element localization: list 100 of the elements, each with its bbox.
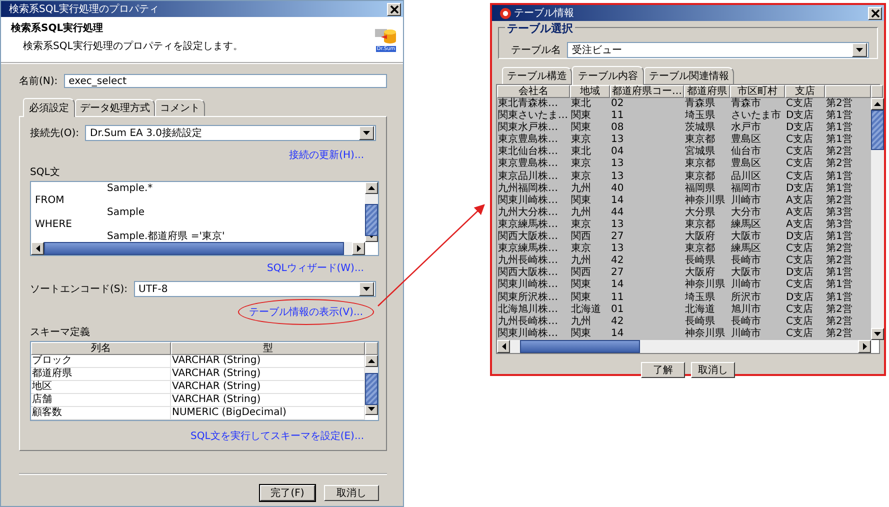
name-field[interactable]: exec_select xyxy=(64,74,387,88)
execute-sql-link[interactable]: SQL文を実行してスキーマを設定(E)... xyxy=(190,429,364,443)
scroll-thumb[interactable] xyxy=(365,373,378,405)
scroll-thumb[interactable] xyxy=(365,204,378,236)
table-cell: ブロック xyxy=(31,355,171,368)
table-cell-text: 関西大阪株… xyxy=(497,231,559,242)
table-cell-text: 九州長崎株… xyxy=(497,316,559,328)
table-cell-text: 神奈川県 xyxy=(684,194,726,206)
column-header[interactable]: 会社名 xyxy=(497,85,570,98)
table-cell-text: 第1営 xyxy=(825,292,854,304)
table-cell-text: C支店 xyxy=(785,134,814,146)
tab[interactable]: テーブル内容 xyxy=(572,66,644,85)
table-cell-text: 27 xyxy=(610,231,625,244)
table-cell-text: 大阪府 xyxy=(684,231,716,242)
scroll-left-icon xyxy=(36,245,40,252)
schema-label: スキーマ定義 xyxy=(30,326,91,339)
table-cell-text: 東京豊島株… xyxy=(497,134,559,146)
column-header[interactable]: 列名 xyxy=(31,342,171,355)
dropdown-button[interactable] xyxy=(359,126,374,140)
table-cell-text: 13 xyxy=(610,170,625,183)
encode-dropdown[interactable]: UTF-8 xyxy=(134,281,376,297)
app-icon xyxy=(500,8,511,18)
table-cell-text: 大阪市 xyxy=(730,267,762,278)
vertical-scrollbar[interactable] xyxy=(871,98,884,340)
scroll-thumb[interactable] xyxy=(520,340,640,353)
table-cell: NUMERIC (BigDecimal) xyxy=(171,407,365,420)
tab[interactable]: テーブル関連情報 xyxy=(644,67,734,84)
table-cell-text: D支店 xyxy=(785,292,815,304)
table-cell-text: A支店 xyxy=(785,194,814,206)
table-cell-text: 第3営 xyxy=(825,206,854,218)
table-cell-text: 第1営 xyxy=(825,267,854,278)
table-cell-text: 大分市 xyxy=(730,206,762,218)
table-cell-text: 関東川崎株… xyxy=(497,194,559,206)
dialog-button[interactable]: 了解 xyxy=(641,362,685,378)
close-button[interactable] xyxy=(868,6,882,20)
dropdown-arrow-icon xyxy=(363,131,370,135)
table-cell-text: 青森県 xyxy=(684,98,716,110)
table-cell-text: C支店 xyxy=(785,98,814,110)
horizontal-scrollbar[interactable] xyxy=(497,340,871,353)
table-cell-text: 第2営 xyxy=(825,98,854,110)
scroll-up-icon xyxy=(874,102,881,106)
column-header[interactable]: 市区町村 xyxy=(730,85,785,98)
connection-dropdown[interactable]: Dr.Sum EA 3.0接続設定 xyxy=(85,125,376,141)
table-cell-text: 40 xyxy=(610,182,625,195)
tab[interactable]: データ処理方式 xyxy=(75,99,155,116)
table-cell-text: 第2営 xyxy=(825,328,854,340)
connection-label: 接続先(O): xyxy=(30,126,80,140)
column-header[interactable]: 支店 xyxy=(785,85,825,98)
table-cell-text: 九州 xyxy=(570,182,592,194)
table-cell-text: 長崎県 xyxy=(684,316,716,328)
table-cell-text: 九州 xyxy=(570,206,592,218)
window-title: テーブル情報 xyxy=(514,6,574,20)
tab[interactable]: 必須設定 xyxy=(23,98,75,117)
vertical-scrollbar[interactable] xyxy=(365,355,378,415)
table-cell: VARCHAR (String) xyxy=(171,381,365,394)
column-header[interactable]: 型 xyxy=(171,342,365,355)
vertical-scrollbar[interactable] xyxy=(365,182,378,242)
table-info-link[interactable]: テーブル情報の表示(V)... xyxy=(248,307,363,318)
sql-text-area[interactable]: Sample.* FROM Sample WHERE Sample.都道府県 ='東京' xyxy=(30,181,379,256)
scroll-up-icon xyxy=(368,359,375,363)
tab[interactable]: コメント xyxy=(155,99,205,116)
refresh-connection-link[interactable]: 接続の更新(H)... xyxy=(289,148,364,162)
scroll-left-icon xyxy=(502,343,506,350)
sql-label: SQL文 xyxy=(30,166,61,179)
sql-wizard-link[interactable]: SQLウィザード(W)... xyxy=(266,261,364,275)
table-cell-text: 大阪市 xyxy=(730,231,762,242)
column-header[interactable]: 都道府県コー… xyxy=(610,85,684,98)
close-button[interactable] xyxy=(387,2,401,16)
table-cell-text: C支店 xyxy=(785,158,814,170)
table-cell-text: 長崎県 xyxy=(684,255,716,266)
dialog-button[interactable]: 取消し xyxy=(691,362,735,378)
table-cell-text: 神奈川県 xyxy=(684,279,726,292)
table-cell-text: 14 xyxy=(610,194,625,207)
table-cell-text: 27 xyxy=(610,267,625,280)
window-title: 検索系SQL実行処理のプロパティ xyxy=(9,2,159,16)
table-name-dropdown[interactable]: 受注ビュー xyxy=(567,42,869,58)
dropdown-button[interactable] xyxy=(359,282,374,296)
scroll-thumb[interactable] xyxy=(871,110,884,150)
tab[interactable]: テーブル構造 xyxy=(502,67,572,84)
group-label: テーブル選択 xyxy=(505,21,575,36)
table-cell-text: 02 xyxy=(610,98,625,110)
dropdown-button[interactable] xyxy=(852,43,867,57)
dialog-button[interactable]: 完了(F) xyxy=(260,485,315,501)
table-cell-text: C支店 xyxy=(785,146,814,158)
dialog-button[interactable]: 取消し xyxy=(324,485,379,501)
table-cell-text: 関西大阪株… xyxy=(497,267,559,278)
sql-keyword: FROM xyxy=(35,195,66,207)
table-cell-text: 東北青森株… xyxy=(497,98,559,110)
sql-keyword: WHERE xyxy=(35,219,73,231)
table-cell-text: C支店 xyxy=(785,243,814,254)
column-header[interactable]: 都道府県 xyxy=(684,85,730,98)
table-cell-text: 埼玉県 xyxy=(684,292,716,304)
table-cell-text: C支店 xyxy=(785,255,814,266)
column-header[interactable]: 地域 xyxy=(570,85,610,98)
table-cell-text: 第3営 xyxy=(825,218,854,230)
table-cell-text: D支店 xyxy=(785,231,815,242)
dialog-description: 検索系SQL実行処理のプロパティを設定します。 xyxy=(23,40,243,53)
table-cell-text: 08 xyxy=(610,122,625,134)
scroll-down-icon xyxy=(368,407,375,411)
table-cell: 地区 xyxy=(31,381,171,394)
